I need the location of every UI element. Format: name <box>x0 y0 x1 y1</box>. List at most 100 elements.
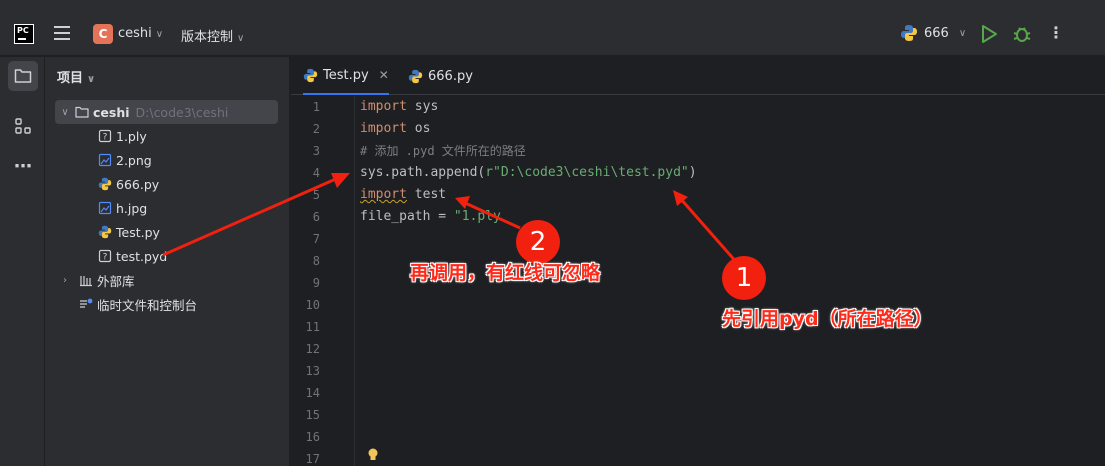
tree-file[interactable]: Test.py <box>98 220 160 244</box>
file-name: 1.ply <box>116 128 147 144</box>
annotation-text-2: 再调用，有红线可忽略 <box>410 262 601 284</box>
line-number: 13 <box>305 364 320 378</box>
keyword: import <box>360 99 407 114</box>
tree-file[interactable]: 2.png <box>98 148 152 172</box>
python-file-icon <box>408 69 423 83</box>
string-literal: "1.ply <box>453 209 501 224</box>
editor-tabs: Test.py ✕ 666.py <box>291 57 1105 95</box>
file-name: test.pyd <box>116 248 168 264</box>
expand-arrow-icon[interactable]: ∨ <box>59 107 71 118</box>
file-name: 666.py <box>116 176 160 192</box>
run-config-label: 666 <box>924 25 949 41</box>
chevron-down-icon: ∨ <box>87 74 96 85</box>
line-number: 17 <box>305 452 320 466</box>
structure-tool-button[interactable] <box>8 111 38 141</box>
tab-label: 666.py <box>428 68 473 84</box>
keyword: import <box>360 187 407 202</box>
title-bar: PC C ceshi ∨ 版本控制 ∨ 666 ∨ ⋮ <box>0 0 1105 56</box>
tab-test-py[interactable]: Test.py ✕ <box>303 57 389 95</box>
line-number: 2 <box>312 122 320 136</box>
tree-file[interactable]: ? test.pyd <box>98 244 167 268</box>
unknown-file-icon: ? <box>98 249 112 263</box>
code-text: os <box>406 121 431 136</box>
line-number: 1 <box>312 100 320 114</box>
annotation-text-1: 先引用pyd（所在路径） <box>722 308 933 330</box>
line-number: 10 <box>305 298 320 312</box>
folder-icon <box>14 69 32 83</box>
unknown-file-icon: ? <box>98 129 112 143</box>
project-chip[interactable]: C <box>93 24 113 44</box>
chevron-right-icon[interactable]: › <box>59 275 71 286</box>
run-icon[interactable] <box>980 24 998 44</box>
code-line-comment[interactable]: # 添加 .pyd 文件所在的路径 <box>360 140 526 162</box>
project-panel: 项目 ∨ ∨ ceshi D:\code3\ceshi ? 1.ply 2.png… <box>45 57 290 466</box>
debug-bug-icon[interactable] <box>1012 24 1032 44</box>
svg-text:?: ? <box>103 133 108 143</box>
tab-label: Test.py <box>323 67 369 83</box>
python-file-icon <box>303 68 318 82</box>
file-name: Test.py <box>116 224 160 240</box>
line-number: 14 <box>305 386 320 400</box>
line-number: 3 <box>312 144 320 158</box>
tree-scratches[interactable]: 临时文件和控制台 <box>79 292 197 316</box>
code-line[interactable]: file_path = "1.ply <box>360 206 501 228</box>
line-number: 4 <box>312 166 320 180</box>
code-line[interactable]: import sys <box>360 96 438 118</box>
code-text: sys.path.append( <box>360 165 486 180</box>
root-folder-path: D:\code3\ceshi <box>135 104 229 120</box>
code-line[interactable]: import os <box>360 118 430 140</box>
vcs-label: 版本控制 <box>181 30 234 45</box>
line-number: 16 <box>305 430 320 444</box>
close-icon[interactable]: ✕ <box>379 68 389 82</box>
project-switcher[interactable]: ceshi ∨ <box>118 26 163 41</box>
line-number: 12 <box>305 342 320 356</box>
tool-window-strip: ⋯ <box>0 57 45 466</box>
code-text: test <box>406 187 447 202</box>
tree-root-folder[interactable]: ∨ ceshi D:\code3\ceshi <box>55 100 278 124</box>
project-name: ceshi <box>118 26 152 41</box>
code-text: file_path = <box>360 209 454 224</box>
tree-file[interactable]: 666.py <box>98 172 159 196</box>
tree-external-libraries[interactable]: › 外部库 <box>59 268 135 292</box>
lightbulb-icon[interactable] <box>367 447 379 463</box>
tree-file[interactable]: ? 1.ply <box>98 124 147 148</box>
line-number: 6 <box>312 210 320 224</box>
more-tools-icon[interactable]: ⋯ <box>8 151 38 181</box>
chevron-down-icon: ∨ <box>155 29 164 40</box>
tree-file[interactable]: h.jpg <box>98 196 147 220</box>
scratches-label: 临时文件和控制台 <box>97 297 198 313</box>
line-number: 9 <box>312 276 320 290</box>
file-name: 2.png <box>116 152 152 168</box>
svg-text:?: ? <box>103 253 108 263</box>
string-literal: r"D:\code3\ceshi\test.pyd" <box>485 165 689 180</box>
more-options-icon[interactable]: ⋮ <box>1048 24 1064 44</box>
panel-title: 项目 <box>57 71 84 86</box>
image-file-icon <box>98 201 112 215</box>
main-menu-icon[interactable] <box>54 26 70 40</box>
code-line[interactable]: import test <box>360 184 446 206</box>
project-panel-header[interactable]: 项目 ∨ <box>57 67 95 86</box>
external-libraries-label: 外部库 <box>97 273 135 289</box>
line-number: 11 <box>305 320 320 334</box>
vcs-menu[interactable]: 版本控制 ∨ <box>181 26 244 45</box>
annotation-badge-1: 1 <box>722 256 766 300</box>
tab-666-py[interactable]: 666.py <box>408 57 473 95</box>
run-config-selector[interactable]: 666 ∨ <box>900 24 966 42</box>
chevron-down-icon: ∨ <box>237 33 245 44</box>
structure-icon <box>15 118 31 134</box>
root-folder-name: ceshi <box>93 104 130 120</box>
chevron-down-icon: ∨ <box>958 27 967 39</box>
code-line[interactable]: sys.path.append(r"D:\code3\ceshi\test.py… <box>360 162 697 184</box>
code-text: sys <box>406 99 439 114</box>
pycharm-logo: PC <box>14 24 34 44</box>
line-number: 15 <box>305 408 320 422</box>
image-file-icon <box>98 153 112 167</box>
folder-icon <box>75 106 89 118</box>
library-icon <box>80 276 92 287</box>
keyword: import <box>360 121 407 136</box>
python-file-icon <box>98 225 112 239</box>
project-tool-button[interactable] <box>8 61 38 91</box>
code-text: ) <box>688 165 697 180</box>
scratches-console-icon <box>80 298 93 308</box>
file-name: h.jpg <box>116 200 148 216</box>
